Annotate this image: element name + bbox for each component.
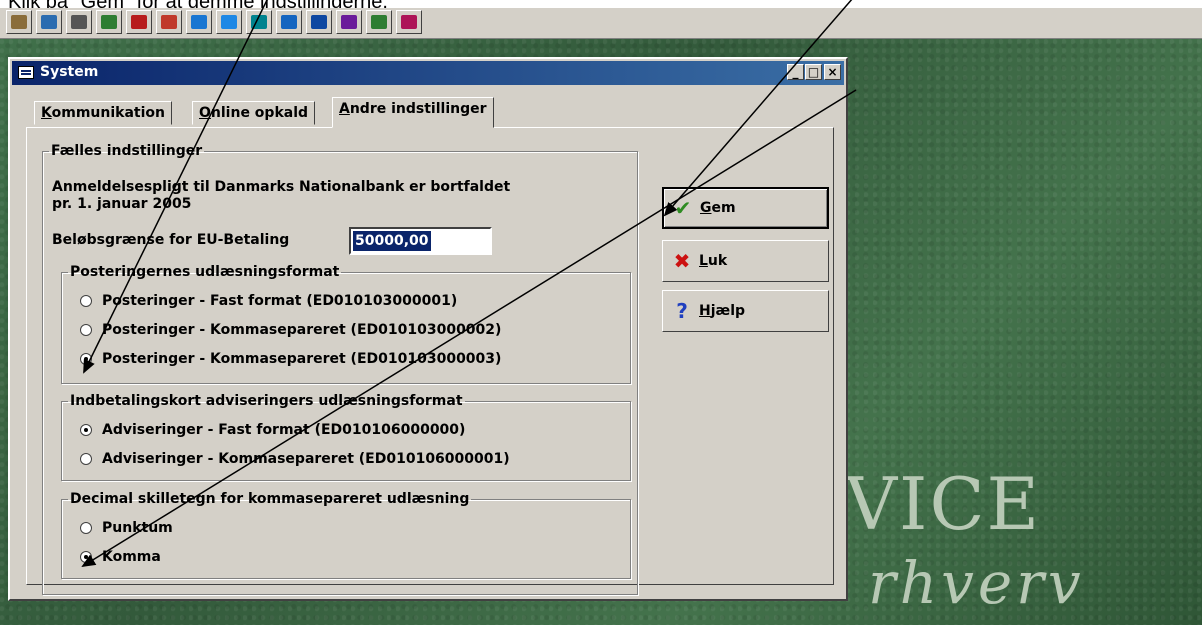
maximize-button[interactable]: □	[805, 64, 822, 80]
tab-mnemonic: A	[339, 101, 350, 117]
transfer-icon	[341, 15, 357, 29]
toolbar	[0, 8, 1202, 39]
radio-circle[interactable]	[80, 522, 92, 534]
tab-mnemonic: K	[41, 105, 52, 121]
toolbar-button[interactable]	[96, 10, 122, 34]
button-label: em	[711, 200, 736, 216]
close-window-button[interactable]: ×	[824, 64, 841, 80]
limit-value: 50000,00	[353, 231, 431, 251]
radio-circle[interactable]	[80, 295, 92, 307]
tab-label: nline opkald	[210, 105, 309, 121]
radio-label: Posteringer - Fast format (ED01010300000…	[102, 293, 458, 309]
help-button[interactable]: ? Hjælp	[662, 290, 829, 332]
tab-kommunikation[interactable]: Kommunikation	[34, 101, 172, 125]
world-icon	[311, 15, 327, 29]
keyboard-icon	[41, 15, 57, 29]
system-dialog: System _ □ × Kommunikation Online opkald…	[8, 57, 848, 601]
monitor-icon	[251, 15, 267, 29]
watermark-subtext: rhverv	[868, 549, 1085, 617]
radio-circle[interactable]	[80, 551, 92, 563]
toolbar-button[interactable]	[366, 10, 392, 34]
book-icon	[131, 15, 147, 29]
close-button[interactable]: ✖ Luk	[662, 240, 829, 282]
toolbar-button[interactable]	[306, 10, 332, 34]
watermark-text: VICE	[845, 462, 1042, 546]
button-label: jælp	[710, 303, 746, 319]
toolbar-button[interactable]	[6, 10, 32, 34]
numbers-icon	[281, 15, 297, 29]
checkmark-icon: ✔	[674, 196, 692, 220]
radio-advice-fast[interactable]: Adviseringer - Fast format (ED0101060000…	[80, 422, 465, 438]
toolbar-button[interactable]	[66, 10, 92, 34]
system-icon	[18, 66, 34, 79]
radio-label: Adviseringer - Fast format (ED0101060000…	[102, 422, 466, 438]
toolbar-button[interactable]	[186, 10, 212, 34]
notice-line-1: Anmeldelsespligt til Danmarks Nationalba…	[52, 179, 511, 195]
toolbar-button[interactable]	[336, 10, 362, 34]
window-title: System	[40, 64, 99, 80]
limit-label: Beløbsgrænse for EU-Betaling	[52, 232, 290, 248]
bank-icon	[101, 15, 117, 29]
x-icon: ✖	[673, 249, 691, 273]
tab-label: ommunikation	[51, 105, 165, 121]
notice-line-2: pr. 1. januar 2005	[52, 196, 192, 212]
calendar-icon	[401, 15, 417, 29]
toolbar-button[interactable]	[246, 10, 272, 34]
folder-icon	[191, 15, 207, 29]
radio-posting-komma-003[interactable]: Posteringer - Kommasepareret (ED01010300…	[80, 351, 501, 367]
printer-icon	[71, 15, 87, 29]
chart-icon	[161, 15, 177, 29]
button-mnemonic: L	[699, 253, 708, 269]
radio-label: Komma	[102, 549, 161, 565]
radio-posting-komma-002[interactable]: Posteringer - Kommasepareret (ED01010300…	[80, 322, 501, 338]
group-legend: Fælles indstillinger	[51, 143, 203, 159]
radio-circle[interactable]	[80, 453, 92, 465]
button-mnemonic: G	[700, 200, 712, 216]
toolbar-button[interactable]	[126, 10, 152, 34]
tab-mnemonic: O	[199, 105, 211, 121]
question-icon: ?	[676, 299, 688, 323]
globe-icon	[221, 15, 237, 29]
toolbar-button[interactable]	[276, 10, 302, 34]
save-button[interactable]: ✔ Gem	[662, 187, 829, 229]
group-legend: Decimal skilletegn for kommasepareret ud…	[70, 491, 470, 507]
tab-online-opkald[interactable]: Online opkald	[192, 101, 316, 125]
bird-icon	[371, 15, 387, 29]
radio-circle[interactable]	[80, 353, 92, 365]
limit-input[interactable]: 50000,00	[349, 227, 492, 255]
radio-circle[interactable]	[80, 324, 92, 336]
button-label: uk	[707, 253, 728, 269]
toolbar-button[interactable]	[216, 10, 242, 34]
radio-posting-fast[interactable]: Posteringer - Fast format (ED01010300000…	[80, 293, 457, 309]
tools-icon	[11, 15, 27, 29]
tab-label: ndre indstillinger	[349, 101, 487, 117]
minimize-button[interactable]: _	[787, 64, 804, 80]
group-legend: Indbetalingskort adviseringers udlæsning…	[70, 393, 463, 409]
title-bar[interactable]: System _ □ ×	[12, 61, 844, 85]
radio-advice-komma[interactable]: Adviseringer - Kommasepareret (ED0101060…	[80, 451, 510, 467]
toolbar-button[interactable]	[396, 10, 422, 34]
toolbar-button[interactable]	[36, 10, 62, 34]
toolbar-button[interactable]	[156, 10, 182, 34]
radio-label: Punktum	[102, 520, 173, 536]
radio-decimal-komma[interactable]: Komma	[80, 549, 161, 565]
radio-decimal-punktum[interactable]: Punktum	[80, 520, 173, 536]
radio-label: Adviseringer - Kommasepareret (ED0101060…	[102, 451, 510, 467]
group-legend: Posteringernes udlæsningsformat	[70, 264, 340, 280]
radio-label: Posteringer - Kommasepareret (ED01010300…	[102, 351, 502, 367]
radio-circle[interactable]	[80, 424, 92, 436]
tab-andre-indstillinger[interactable]: Andre indstillinger	[332, 97, 494, 128]
button-mnemonic: H	[699, 303, 711, 319]
radio-label: Posteringer - Kommasepareret (ED01010300…	[102, 322, 502, 338]
